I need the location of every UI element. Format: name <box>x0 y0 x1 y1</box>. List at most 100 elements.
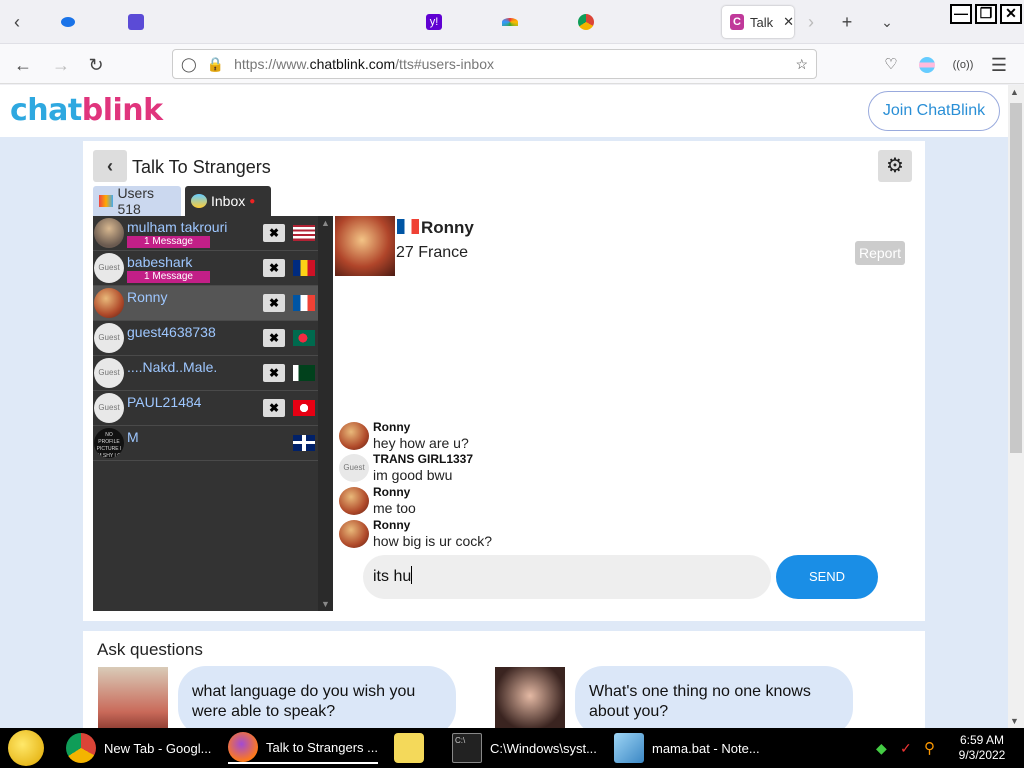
tab-chatblink-active[interactable]: C Talk ✕ <box>722 6 794 38</box>
tab-users[interactable]: Users 518 <box>93 185 181 217</box>
question-bubble[interactable]: What's one thing no one knows about you? <box>575 666 853 728</box>
users-icon <box>99 195 114 207</box>
start-button[interactable] <box>8 730 44 766</box>
taskbar-item-chrome[interactable]: New Tab - Googl... <box>66 732 211 764</box>
user-name[interactable]: M <box>127 429 139 445</box>
network-icon[interactable]: ◆ <box>876 740 887 757</box>
user-name[interactable]: babeshark <box>127 254 192 270</box>
close-chat-button[interactable]: ✖ <box>263 364 285 382</box>
question-user-photo[interactable] <box>495 667 565 728</box>
reload-icon[interactable]: ↻ <box>85 54 107 76</box>
message-avatar[interactable] <box>339 487 369 515</box>
user-avatar[interactable]: Guest <box>94 393 124 423</box>
fr-flag-icon <box>293 295 315 311</box>
message-sender[interactable]: Ronny <box>373 420 410 434</box>
inbox-row[interactable]: Guest PAUL21484 ✖ <box>93 391 318 426</box>
chat-message: Ronny hey how are u? <box>337 420 737 452</box>
user-name[interactable]: mulham takrouri <box>127 219 227 235</box>
user-name[interactable]: Ronny <box>127 289 167 305</box>
close-window-icon[interactable]: ✕ <box>1000 4 1022 24</box>
join-button[interactable]: Join ChatBlink <box>868 91 1000 131</box>
taskbar-label: Talk to Strangers ... <box>266 739 378 755</box>
inbox-row[interactable]: Ronny ✖ <box>93 286 318 321</box>
tab-inbox[interactable]: Inbox ● <box>185 186 271 216</box>
tab-scroll-left-icon[interactable]: ‹ <box>6 11 28 33</box>
message-sender[interactable]: Ronny <box>373 485 410 499</box>
user-name[interactable]: ....Nakd..Male. <box>127 359 217 375</box>
inbox-row[interactable]: Guest ....Nakd..Male. ✖ <box>93 356 318 391</box>
url-bar[interactable]: ◯ 🔒 https://www. chatblink.com/tts#users-… <box>172 49 817 79</box>
new-tab-icon[interactable]: + <box>836 11 858 33</box>
message-sender[interactable]: TRANS GIRL1337 <box>373 452 473 466</box>
close-chat-button[interactable]: ✖ <box>263 224 285 242</box>
forward-icon[interactable]: → <box>50 54 72 76</box>
restore-icon[interactable]: ❐ <box>975 4 997 24</box>
message-input[interactable]: its hu <box>363 555 771 599</box>
pocket-icon[interactable]: ♡ <box>880 54 902 76</box>
user-name[interactable]: PAUL21484 <box>127 394 201 410</box>
taskbar-item-explorer[interactable] <box>394 732 424 764</box>
tab-3[interactable]: y! <box>398 6 470 38</box>
taskbar-item-notepad[interactable]: mama.bat - Note... <box>614 732 760 764</box>
smiley-start-icon <box>8 730 44 766</box>
chevron-down-icon[interactable]: ⌄ <box>876 11 898 33</box>
report-button[interactable]: Report <box>855 241 905 265</box>
scroll-down-icon[interactable]: ▼ <box>1010 716 1019 726</box>
chatblink-logo[interactable]: chatblink <box>10 93 163 128</box>
inbox-scrollbar[interactable]: ▲ ▼ <box>318 216 333 611</box>
user-avatar[interactable] <box>94 218 124 248</box>
taskbar-item-cmd[interactable]: C:\ C:\Windows\syst... <box>452 732 597 764</box>
close-chat-button[interactable]: ✖ <box>263 399 285 417</box>
tab-close-icon[interactable]: ✕ <box>783 14 794 30</box>
back-icon[interactable]: ← <box>12 54 34 76</box>
scroll-down-icon[interactable]: ▼ <box>321 599 330 609</box>
inbox-row[interactable]: Guest guest4638738 ✖ <box>93 321 318 356</box>
chatblink-favicon: C <box>730 14 744 30</box>
close-chat-button[interactable]: ✖ <box>263 259 285 277</box>
menu-icon[interactable]: ☰ <box>988 54 1010 76</box>
question-bubble[interactable]: what language do you wish you were able … <box>178 666 456 728</box>
close-chat-button[interactable]: ✖ <box>263 294 285 312</box>
user-avatar[interactable]: NO PROFILE PICTURE I AM SHY LOL <box>94 428 124 458</box>
tab-2[interactable] <box>100 6 172 38</box>
clock[interactable]: 6:59 AM 9/3/2022 <box>952 733 1012 763</box>
scroll-up-icon[interactable]: ▲ <box>321 218 330 228</box>
message-avatar[interactable]: Guest <box>339 454 369 482</box>
message-avatar[interactable] <box>339 422 369 450</box>
tab-5[interactable] <box>550 6 622 38</box>
close-chat-button[interactable]: ✖ <box>263 329 285 347</box>
extension-flag-icon[interactable] <box>919 57 935 73</box>
gear-icon[interactable]: ⚙ <box>878 150 912 182</box>
scroll-up-icon[interactable]: ▲ <box>1010 87 1019 97</box>
inbox-row[interactable]: NO PROFILE PICTURE I AM SHY LOL M <box>93 426 318 461</box>
taskbar-item-firefox[interactable]: Talk to Strangers ... <box>228 732 378 764</box>
inbox-row[interactable]: Guest babeshark 1 Message ✖ <box>93 251 318 286</box>
bookmark-star-icon[interactable]: ☆ <box>795 56 808 73</box>
inbox-row[interactable]: mulham takrouri 1 Message ✖ <box>93 216 318 251</box>
user-avatar[interactable]: Guest <box>94 323 124 353</box>
send-button[interactable]: SEND <box>776 555 878 599</box>
partner-avatar[interactable] <box>335 216 395 276</box>
user-avatar[interactable] <box>94 288 124 318</box>
user-avatar[interactable]: Guest <box>94 358 124 388</box>
tab-4[interactable] <box>474 6 546 38</box>
security-icon[interactable]: ✓ <box>900 740 912 757</box>
url-domain: chatblink.com <box>309 56 396 72</box>
page-scrollbar[interactable]: ▲ ▼ <box>1008 85 1024 728</box>
tab-favicon <box>502 18 518 26</box>
message-sender[interactable]: Ronny <box>373 518 410 532</box>
taskbar-label: New Tab - Googl... <box>104 740 212 756</box>
search-icon[interactable]: ⚲ <box>924 739 935 757</box>
user-avatar[interactable]: Guest <box>94 253 124 283</box>
tab-1[interactable] <box>32 6 104 38</box>
minimize-icon[interactable]: — <box>950 4 972 24</box>
scroll-thumb[interactable] <box>1010 103 1022 453</box>
tab-scroll-right-icon[interactable]: › <box>800 11 822 33</box>
message-avatar[interactable] <box>339 520 369 548</box>
user-name[interactable]: guest4638738 <box>127 324 216 340</box>
question-user-photo[interactable] <box>98 667 168 728</box>
back-button[interactable]: ‹ <box>93 150 127 182</box>
inbox-list[interactable]: ▲ ▼ mulham takrouri 1 Message ✖ Guest babesh… <box>93 216 333 611</box>
extension-icon[interactable]: ((o)) <box>952 54 974 76</box>
notepad-icon <box>614 733 644 763</box>
